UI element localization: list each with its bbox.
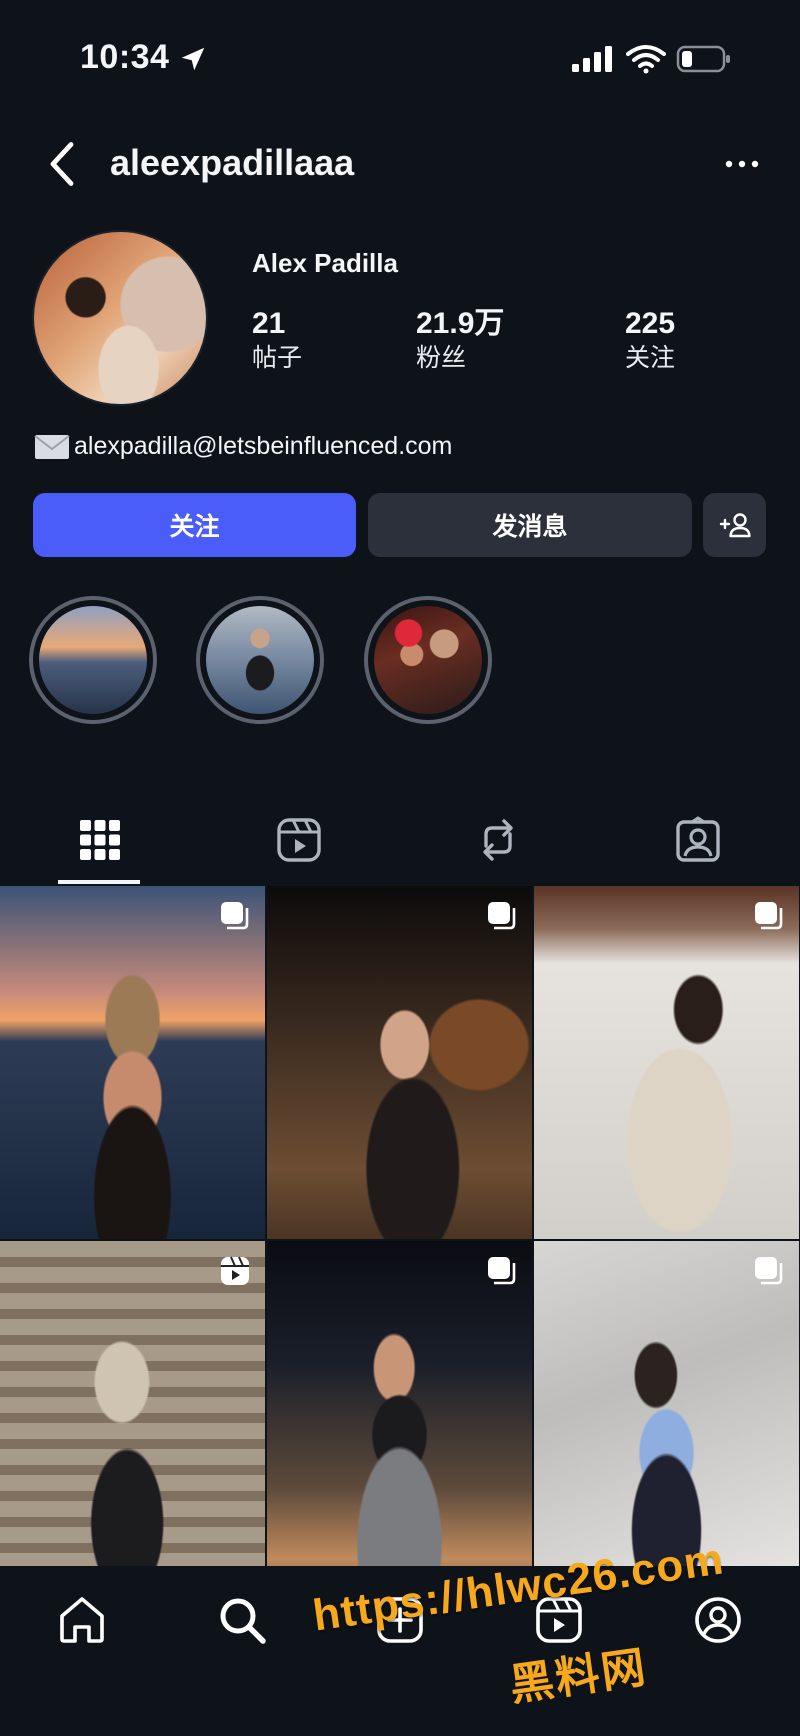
carousel-icon: [755, 1257, 783, 1285]
highlight-2-image: [206, 606, 314, 714]
follow-button[interactable]: 关注: [33, 493, 356, 557]
stat-following-label: 关注: [625, 344, 676, 372]
story-highlight-3[interactable]: [364, 596, 492, 724]
search-icon[interactable]: [216, 1594, 268, 1646]
profile-username: aleexpadillaaa: [110, 142, 355, 183]
back-icon[interactable]: [44, 140, 80, 188]
highlight-1-image: [39, 606, 147, 714]
carousel-icon: [488, 902, 516, 930]
stat-posts-count: 21: [252, 307, 286, 340]
envelope-icon: [34, 434, 70, 459]
tagged-icon[interactable]: [674, 816, 722, 864]
carousel-icon: [755, 902, 783, 930]
carousel-icon: [488, 1257, 516, 1285]
post-thumbnail-5[interactable]: [267, 1241, 532, 1594]
stat-following[interactable]: 225 关注: [625, 306, 675, 374]
post-thumbnail-2[interactable]: [267, 886, 532, 1239]
stat-posts-label: 帖子: [252, 344, 303, 372]
add-user-icon: [719, 513, 751, 538]
carousel-icon: [221, 902, 249, 930]
repost-icon[interactable]: [474, 816, 522, 864]
story-highlight-2[interactable]: [196, 596, 324, 724]
stat-posts[interactable]: 21 帖子: [252, 306, 302, 374]
post-thumbnail-3[interactable]: [534, 886, 799, 1239]
post-thumbnail-1[interactable]: [0, 886, 265, 1239]
avatar[interactable]: [34, 232, 206, 404]
message-button[interactable]: 发消息: [368, 493, 692, 557]
suggest-users-button[interactable]: [703, 493, 766, 557]
location-arrow-icon: [181, 47, 205, 71]
more-options-icon[interactable]: [724, 152, 760, 176]
reel-badge-icon: [221, 1256, 249, 1285]
battery-icon: [676, 45, 730, 73]
active-tab-indicator: [58, 880, 140, 884]
grid-icon[interactable]: [76, 816, 124, 864]
stat-followers-count: 21.9万: [416, 307, 505, 340]
status-time: 10:34: [80, 38, 170, 76]
stat-followers-label: 粉丝: [416, 344, 467, 372]
display-name: Alex Padilla: [252, 248, 398, 278]
post-thumbnail-4[interactable]: [0, 1241, 265, 1594]
highlight-3-image: [374, 606, 482, 714]
email-row[interactable]: alexpadilla@letsbeinfluenced.com: [34, 432, 452, 461]
stat-following-count: 225: [625, 307, 676, 340]
home-icon[interactable]: [56, 1594, 108, 1646]
stat-followers[interactable]: 21.9万 粉丝: [416, 306, 504, 374]
story-highlight-1[interactable]: [29, 596, 157, 724]
cellular-signal-icon: [572, 46, 612, 72]
email-link[interactable]: alexpadilla@letsbeinfluenced.com: [74, 432, 452, 461]
reels-icon[interactable]: [275, 816, 323, 864]
profile-icon[interactable]: [692, 1594, 744, 1646]
wifi-icon: [626, 45, 666, 74]
